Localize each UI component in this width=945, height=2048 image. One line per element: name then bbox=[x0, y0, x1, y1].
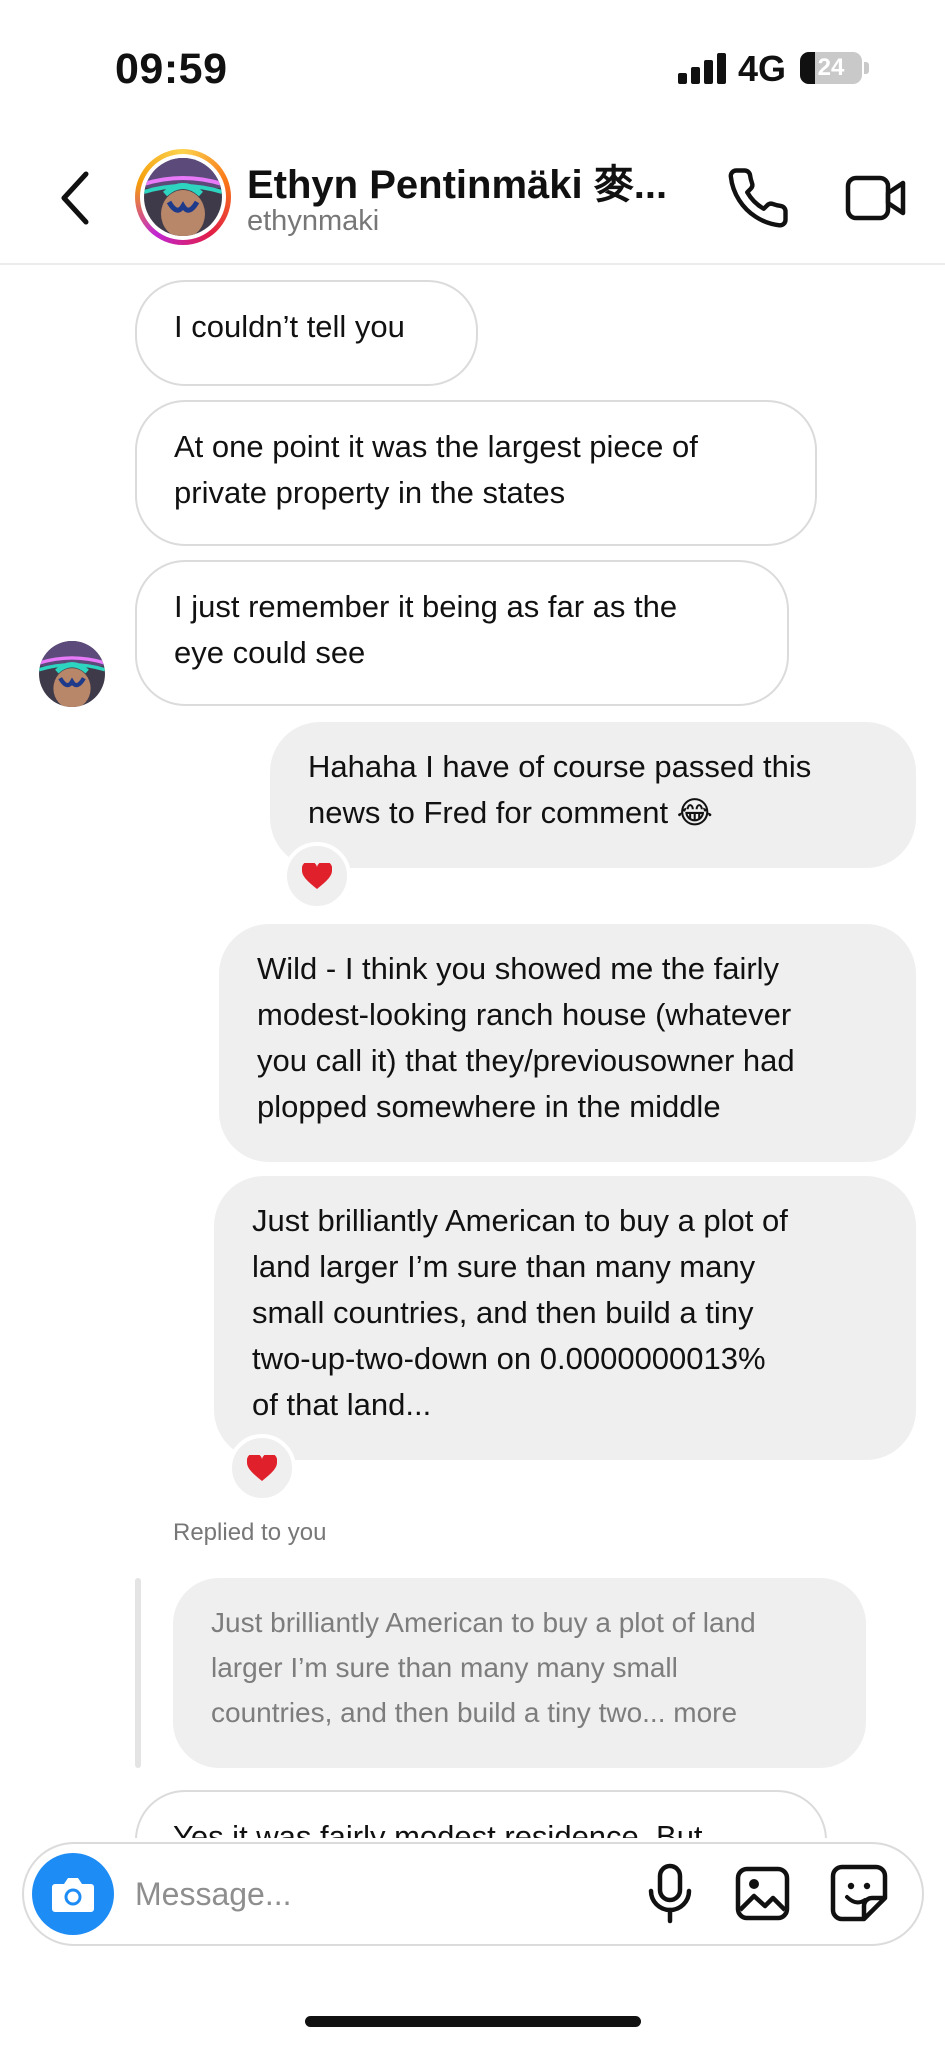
message-reaction[interactable] bbox=[283, 842, 351, 910]
camera-icon bbox=[52, 1878, 94, 1912]
sender-avatar[interactable] bbox=[39, 641, 105, 707]
message-outgoing[interactable]: Hahaha I have of course passed this news… bbox=[270, 722, 916, 868]
image-icon bbox=[735, 1866, 790, 1921]
heart-icon bbox=[247, 1455, 277, 1481]
sticker-icon bbox=[830, 1864, 888, 1922]
cellular-signal-icon bbox=[678, 52, 728, 84]
message-outgoing[interactable]: Just brilliantly American to buy a plot … bbox=[214, 1176, 916, 1460]
message-reaction[interactable] bbox=[228, 1434, 296, 1502]
home-indicator[interactable] bbox=[305, 2016, 641, 2027]
heart-icon bbox=[302, 863, 332, 889]
phone-icon bbox=[728, 168, 788, 228]
reply-indicator-bar bbox=[135, 1578, 141, 1768]
battery-tip bbox=[864, 62, 869, 74]
profile-avatar[interactable] bbox=[135, 149, 231, 245]
battery-level: 24 bbox=[817, 54, 845, 81]
microphone-icon bbox=[648, 1863, 692, 1924]
message-incoming[interactable]: I couldn’t tell you bbox=[135, 280, 478, 386]
message-outgoing[interactable]: Wild - I think you showed me the fairly … bbox=[219, 924, 916, 1162]
gallery-button[interactable] bbox=[735, 1866, 790, 1921]
video-call-button[interactable] bbox=[845, 170, 907, 226]
replied-label: Replied to you bbox=[173, 1519, 327, 1546]
network-type: 4G bbox=[738, 48, 787, 89]
message-incoming-clipped: Yes it was fairly modest residence. But bbox=[135, 1790, 827, 1838]
camera-button[interactable] bbox=[32, 1853, 114, 1935]
chevron-left-icon bbox=[61, 171, 89, 225]
quoted-message[interactable]: Just brilliantly American to buy a plot … bbox=[173, 1578, 866, 1768]
call-button[interactable] bbox=[725, 165, 791, 231]
battery-icon: 24 bbox=[800, 52, 862, 84]
contact-username[interactable]: ethynmaki bbox=[247, 205, 379, 238]
sticker-button[interactable] bbox=[830, 1864, 888, 1922]
voice-message-button[interactable] bbox=[645, 1863, 695, 1925]
video-camera-icon bbox=[845, 175, 906, 221]
contact-name[interactable]: Ethyn Pentinmäki 麥... bbox=[247, 152, 667, 210]
header-divider bbox=[0, 263, 945, 265]
message-incoming[interactable]: I just remember it being as far as the e… bbox=[135, 560, 789, 706]
message-incoming[interactable]: At one point it was the largest piece of… bbox=[135, 400, 817, 546]
back-button[interactable] bbox=[52, 165, 102, 231]
message-incoming[interactable]: Yes it was fairly modest residence. But bbox=[135, 1790, 827, 1838]
status-time: 09:59 bbox=[115, 45, 228, 93]
message-input[interactable] bbox=[135, 1866, 615, 1922]
avatar-image bbox=[144, 158, 222, 236]
